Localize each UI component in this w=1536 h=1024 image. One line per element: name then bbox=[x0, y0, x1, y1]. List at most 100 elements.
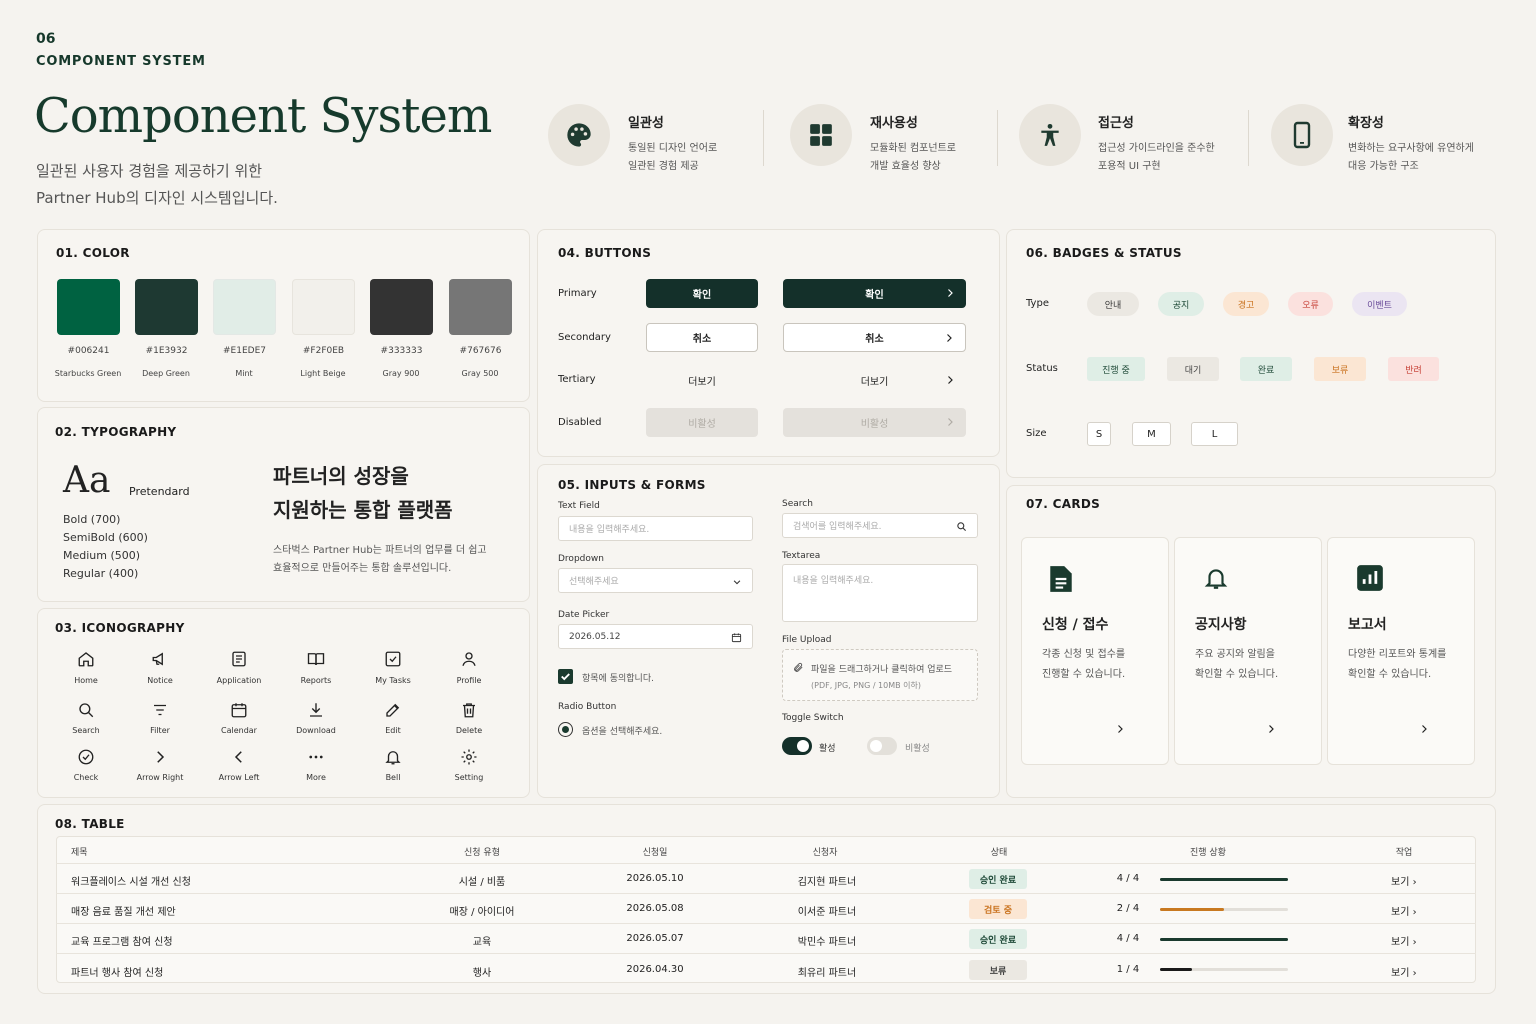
search-placeholder: 검색어를 입력해주세요. bbox=[793, 522, 882, 532]
chevron-right-icon: › bbox=[1412, 877, 1417, 888]
upload-hint: (PDF, JPG, PNG / 10MB 이하) bbox=[811, 681, 922, 690]
search-label: Search bbox=[782, 499, 813, 509]
col-action: 작업 bbox=[1395, 848, 1413, 858]
view-link[interactable]: 보기 › bbox=[1391, 964, 1417, 979]
status-rejected: 반려 bbox=[1388, 357, 1439, 381]
cell-progress: 2 / 4 bbox=[1116, 903, 1140, 914]
swatch-name: Starbucks Green bbox=[54, 369, 122, 378]
disabled-button: 비활성 bbox=[646, 408, 758, 437]
principle-title: 재사용성 bbox=[870, 116, 918, 131]
search-input[interactable]: 검색어를 입력해주세요. bbox=[782, 513, 978, 538]
card-report[interactable]: 보고서 다양한 리포트와 통계를 확인할 수 있습니다. bbox=[1327, 537, 1475, 765]
check-icon bbox=[51, 748, 121, 766]
document-icon bbox=[1050, 566, 1072, 592]
card-application[interactable]: 신청 / 접수 각종 신청 및 접수를 진행할 수 있습니다. bbox=[1021, 537, 1169, 765]
chevron-down-icon bbox=[733, 580, 741, 585]
type-sample: Aa bbox=[63, 460, 111, 501]
my-tasks-icon bbox=[358, 650, 428, 668]
date-picker[interactable]: 2026.05.12 bbox=[558, 624, 753, 649]
toggle-on[interactable] bbox=[782, 737, 812, 755]
progress-bar bbox=[1160, 878, 1288, 881]
body-line1: 스타벅스 Partner Hub는 파트너의 업무를 더 쉽고 bbox=[273, 545, 487, 556]
chart-icon bbox=[1357, 565, 1383, 591]
modules-icon bbox=[790, 104, 852, 166]
edit-icon bbox=[358, 701, 428, 719]
page-title: Component System bbox=[34, 88, 492, 144]
progress-bar bbox=[1160, 938, 1288, 941]
progress-fill bbox=[1160, 968, 1192, 971]
principle-title: 접근성 bbox=[1098, 116, 1134, 131]
page-description-line2: Partner Hub의 디자인 시스템입니다. bbox=[36, 189, 278, 207]
more-icon bbox=[281, 748, 351, 766]
status-label: Status bbox=[1026, 363, 1058, 374]
progress-fill bbox=[1160, 938, 1288, 941]
cell-title: 파트너 행사 참여 신청 bbox=[71, 968, 164, 979]
principle-desc: 일관된 경험 제공 bbox=[628, 161, 699, 172]
section-number: 06 bbox=[36, 31, 56, 47]
progress-fill bbox=[1160, 908, 1224, 911]
swatch-mint bbox=[213, 279, 276, 335]
icon-label: Bell bbox=[385, 773, 401, 782]
row-divider bbox=[56, 863, 1476, 864]
weight-regular: Regular (400) bbox=[63, 567, 139, 580]
progress-bar bbox=[1160, 968, 1288, 971]
headline-line1: 파트너의 성장을 bbox=[273, 464, 409, 488]
dropdown-placeholder: 선택해주세요 bbox=[569, 577, 619, 587]
card-notice[interactable]: 공지사항 주요 공지와 알림을 확인할 수 있습니다. bbox=[1174, 537, 1322, 765]
reports-icon bbox=[281, 650, 351, 668]
status-hold: 보류 bbox=[1314, 357, 1366, 381]
card-desc: 확인할 수 있습니다. bbox=[1348, 669, 1432, 680]
chevron-right-icon bbox=[1118, 725, 1123, 733]
divider bbox=[1248, 110, 1249, 166]
row-divider bbox=[56, 893, 1476, 894]
swatch-gray-500 bbox=[449, 279, 512, 335]
palette-icon bbox=[548, 104, 610, 166]
chevron-right-icon bbox=[1422, 725, 1427, 733]
primary-button-with-arrow[interactable]: 확인 bbox=[783, 279, 966, 308]
view-link[interactable]: 보기 › bbox=[1391, 873, 1417, 888]
button-label: 확인 bbox=[865, 290, 884, 301]
view-link[interactable]: 보기 › bbox=[1391, 903, 1417, 918]
icon-label: Profile bbox=[456, 676, 482, 685]
tertiary-button-with-arrow[interactable]: 더보기 bbox=[783, 366, 966, 395]
type-label: Type bbox=[1026, 298, 1049, 309]
col-title: 제목 bbox=[71, 848, 88, 858]
button-label: 비활성 bbox=[860, 419, 889, 430]
swatch-hex: #E1EDE7 bbox=[223, 346, 266, 356]
tertiary-label: Tertiary bbox=[558, 374, 596, 385]
cell-date: 2026.04.30 bbox=[626, 964, 684, 975]
principle-desc: 개발 효율성 향상 bbox=[870, 161, 941, 172]
status-badge: 승인 완료 bbox=[969, 869, 1027, 889]
tertiary-button[interactable]: 더보기 bbox=[646, 366, 758, 395]
principle-desc: 변화하는 요구사항에 유연하게 bbox=[1348, 143, 1474, 154]
secondary-button[interactable]: 취소 bbox=[646, 323, 758, 352]
icon-label: Calendar bbox=[221, 726, 257, 735]
cell-applicant: 이서준 파트너 bbox=[797, 907, 857, 918]
file-upload-dropzone[interactable]: 파일을 드래그하거나 클릭하여 업로드 (PDF, JPG, PNG / 10M… bbox=[782, 649, 978, 701]
size-m: M bbox=[1132, 422, 1171, 446]
view-link[interactable]: 보기 › bbox=[1391, 933, 1417, 948]
dropdown[interactable]: 선택해주세요 bbox=[558, 568, 753, 593]
calendar-icon bbox=[731, 633, 742, 643]
toggle-knob bbox=[797, 740, 809, 752]
swatch-name: Gray 500 bbox=[461, 369, 499, 378]
text-field[interactable]: 내용을 입력해주세요. bbox=[558, 516, 753, 541]
badge-event: 이벤트 bbox=[1352, 292, 1407, 316]
primary-button[interactable]: 확인 bbox=[646, 279, 758, 308]
option-radio[interactable] bbox=[558, 722, 573, 737]
textarea[interactable]: 내용을 입력해주세요. bbox=[782, 564, 978, 622]
card-desc: 다양한 리포트와 통계를 bbox=[1348, 649, 1447, 660]
secondary-button-with-arrow[interactable]: 취소 bbox=[783, 323, 966, 352]
download-icon bbox=[281, 701, 351, 719]
icon-label: Arrow Left bbox=[218, 773, 260, 782]
chevron-right-icon: › bbox=[1412, 907, 1417, 918]
search-icon bbox=[51, 701, 121, 719]
disabled-label: Disabled bbox=[558, 417, 602, 428]
principle-desc: 모듈화된 컴포넌트로 bbox=[870, 143, 956, 154]
icon-label: Filter bbox=[150, 726, 170, 735]
toggle-off[interactable] bbox=[867, 737, 897, 755]
col-applicant: 신청자 bbox=[812, 848, 838, 858]
cell-date: 2026.05.10 bbox=[626, 873, 684, 884]
chevron-right-icon bbox=[947, 334, 952, 342]
agree-checkbox[interactable] bbox=[558, 669, 573, 684]
